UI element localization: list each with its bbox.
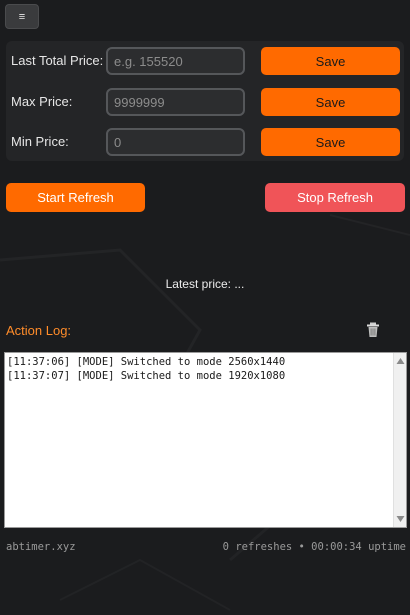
action-log-box[interactable]: [11:37:06] [MODE] Switched to mode 2560x…	[4, 352, 407, 528]
price-settings-panel: Last Total Price: Save Max Price: Save M…	[6, 41, 404, 161]
hamburger-icon: ≡	[18, 10, 26, 23]
min-price-row: Min Price: Save	[6, 128, 404, 156]
max-price-row: Max Price: Save	[6, 88, 404, 116]
action-log-lines: [11:37:06] [MODE] Switched to mode 2560x…	[7, 355, 392, 525]
menu-button[interactable]: ≡	[5, 4, 39, 29]
stop-refresh-button[interactable]: Stop Refresh	[265, 183, 405, 212]
min-price-input[interactable]	[106, 128, 245, 156]
min-price-label: Min Price:	[11, 134, 69, 149]
trash-icon[interactable]	[366, 322, 380, 338]
scroll-up-arrow-icon[interactable]	[396, 357, 405, 365]
latest-price-value: ...	[234, 277, 245, 291]
save-min-price-button[interactable]: Save	[261, 128, 400, 156]
save-max-price-button[interactable]: Save	[261, 88, 400, 116]
last-total-price-input[interactable]	[106, 47, 245, 75]
last-total-price-row: Last Total Price: Save	[6, 47, 404, 75]
footer-site: abtimer.xyz	[6, 541, 76, 553]
max-price-label: Max Price:	[11, 94, 73, 109]
save-last-total-price-button[interactable]: Save	[261, 47, 400, 75]
start-refresh-button[interactable]: Start Refresh	[6, 183, 145, 212]
latest-price: Latest price: ...	[0, 277, 410, 291]
last-total-price-label: Last Total Price:	[11, 53, 104, 68]
footer-status: 0 refreshes • 00:00:34 uptime	[222, 541, 406, 553]
log-line: [11:37:07] [MODE] Switched to mode 1920x…	[7, 370, 286, 382]
latest-price-label: Latest price:	[165, 277, 231, 291]
log-scrollbar[interactable]	[393, 353, 406, 527]
scroll-down-arrow-icon[interactable]	[396, 515, 405, 523]
log-line: [11:37:06] [MODE] Switched to mode 2560x…	[7, 356, 286, 368]
action-log-title: Action Log:	[6, 323, 72, 338]
max-price-input[interactable]	[106, 88, 245, 116]
